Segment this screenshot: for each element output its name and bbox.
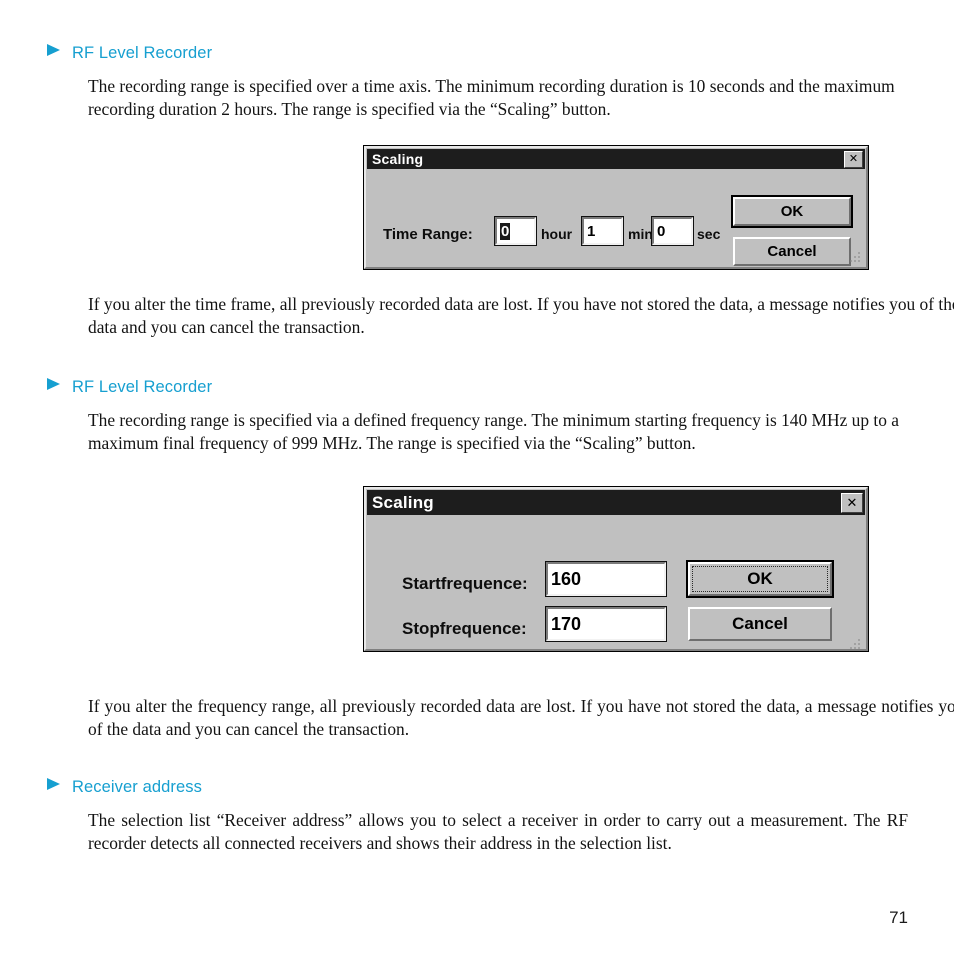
section-2-after-paragraph: If you alter the frequency range, all pr… xyxy=(88,696,954,740)
page-title-1: RF Level Recorder xyxy=(72,44,213,62)
section-rf-level-recorder-time: RF Level Recorder The recording range is… xyxy=(0,44,954,121)
cancel-button[interactable]: Cancel xyxy=(688,607,832,641)
section-paragraph-2: The recording range is specified via a d… xyxy=(88,410,899,454)
document-page: RF Level Recorder The recording range is… xyxy=(0,0,954,954)
hour-input-value: 0 xyxy=(500,222,511,240)
section-1-after-paragraph: If you alter the time frame, all previou… xyxy=(88,294,954,338)
section-rf-level-recorder-frequency: RF Level Recorder The recording range is… xyxy=(0,378,954,455)
dialog-body: Time Range: 0 hour 1 min 0 sec OK Cancel xyxy=(366,169,866,267)
startfrequence-input-value: 160 xyxy=(551,568,582,589)
section-receiver-address: Receiver address The selection list “Rec… xyxy=(0,778,954,855)
second-input[interactable]: 0 xyxy=(651,216,694,246)
cancel-button[interactable]: Cancel xyxy=(733,237,851,266)
stopfrequence-input[interactable]: 170 xyxy=(545,606,667,642)
cancel-button-label: Cancel xyxy=(767,243,817,260)
page-title-3: Receiver address xyxy=(72,778,202,796)
dialog-title: Scaling xyxy=(372,493,434,512)
cancel-button-label: Cancel xyxy=(732,614,788,633)
section-heading-row: RF Level Recorder xyxy=(46,44,954,63)
ok-button-label: OK xyxy=(747,569,773,588)
triangle-right-icon xyxy=(46,377,72,391)
dialog-titlebar[interactable]: Scaling ✕ xyxy=(367,149,865,169)
ok-button[interactable]: OK xyxy=(731,195,853,228)
section-heading-row: Receiver address xyxy=(46,778,954,797)
close-icon[interactable]: ✕ xyxy=(844,150,863,168)
triangle-right-icon xyxy=(46,43,72,57)
page-title-2: RF Level Recorder xyxy=(72,378,213,396)
section-paragraph-3: The selection list “Receiver address” al… xyxy=(88,810,908,854)
second-input-value: 0 xyxy=(657,222,666,240)
dialog-body: Startfrequence: 160 Stopfrequence: 170 O… xyxy=(366,515,866,654)
resize-grip-icon xyxy=(846,635,862,651)
scaling-dialog-time-range[interactable]: Scaling ✕ Time Range: 0 hour 1 min 0 sec… xyxy=(363,145,869,270)
stopfrequence-label: Stopfrequence: xyxy=(402,619,527,638)
hour-unit-label: hour xyxy=(541,226,573,242)
close-icon[interactable]: ✕ xyxy=(841,492,863,513)
dialog-inner-frame: Scaling ✕ Startfrequence: 160 Stopfreque… xyxy=(364,487,868,651)
second-unit-label: sec xyxy=(697,226,721,242)
section-heading-row: RF Level Recorder xyxy=(46,378,954,397)
time-range-label: Time Range: xyxy=(383,226,473,243)
page-number: 71 xyxy=(889,908,908,927)
scaling-dialog-frequency[interactable]: Scaling ✕ Startfrequence: 160 Stopfreque… xyxy=(363,486,869,652)
resize-grip-icon xyxy=(846,248,862,264)
minute-input[interactable]: 1 xyxy=(581,216,624,246)
minute-unit-label: min xyxy=(628,226,653,242)
ok-button[interactable]: OK xyxy=(686,560,834,598)
dialog-titlebar[interactable]: Scaling ✕ xyxy=(367,490,865,515)
startfrequence-input[interactable]: 160 xyxy=(545,561,667,597)
stopfrequence-input-value: 170 xyxy=(551,613,582,634)
startfrequence-label: Startfrequence: xyxy=(402,574,528,593)
ok-button-label: OK xyxy=(780,203,804,220)
dialog-inner-frame: Scaling ✕ Time Range: 0 hour 1 min 0 sec… xyxy=(364,146,868,269)
minute-input-value: 1 xyxy=(587,222,596,240)
triangle-right-icon xyxy=(46,777,72,791)
section-paragraph-1: The recording range is specified over a … xyxy=(88,76,895,120)
hour-input[interactable]: 0 xyxy=(494,216,537,246)
dialog-title: Scaling xyxy=(372,151,424,167)
